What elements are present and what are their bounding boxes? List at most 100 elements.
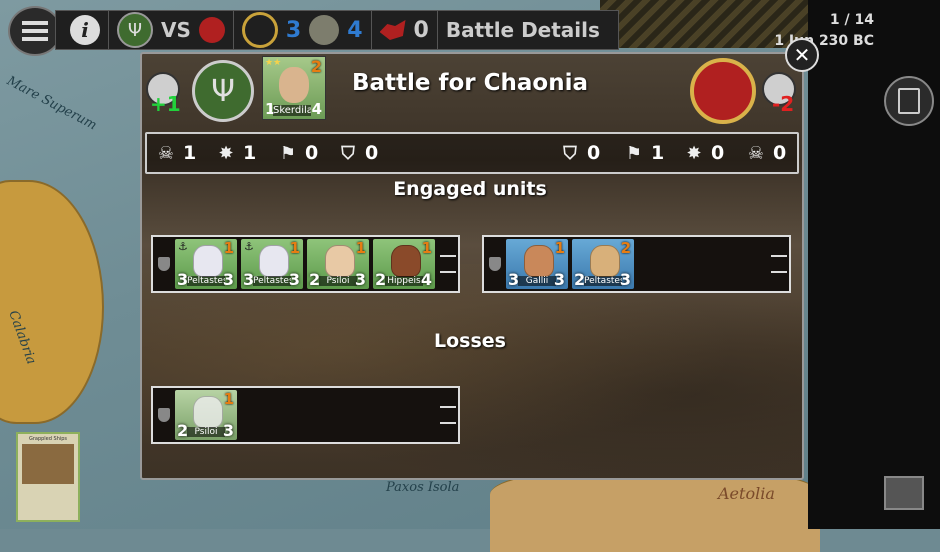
commander-level: 2 — [310, 57, 322, 76]
unit-portrait — [193, 245, 223, 277]
flag-icon: ⚑ — [279, 142, 297, 164]
defender-modifier: -2 — [772, 92, 795, 116]
unit-defense: 4 — [420, 270, 432, 289]
defender-flags: 1 — [651, 142, 665, 164]
defender-shields: 0 — [587, 142, 601, 164]
unit-name: Peltastes — [253, 276, 291, 286]
commander-card[interactable]: ★★ 2 1 Skerdilaid 4 — [262, 56, 326, 120]
engaged-units-heading: Engaged units — [393, 178, 547, 200]
battle-details-button[interactable]: Battle Details — [438, 11, 608, 49]
unit-name: Peltastes — [584, 276, 622, 286]
unit-card[interactable]: ⚓ 1 3 Peltastes 3 — [241, 239, 303, 289]
menu-button[interactable] — [8, 6, 62, 56]
unit-defense: 3 — [288, 270, 300, 289]
enemy-faction-icon — [198, 17, 225, 43]
terrain-hill-icon — [440, 255, 456, 273]
battle-stats-bar: ☠ 1 ✸ 1 ⚑ 0 ⛉ 0 ⛉ 0 ⚑ 1 ✸ 0 ☠ 0 — [145, 132, 799, 174]
commander-portrait — [279, 67, 309, 103]
unit-name: Peltastes — [187, 276, 225, 286]
score-segment: 3 4 — [234, 11, 372, 49]
war-elephant-icon — [379, 20, 406, 40]
enemy-score: 4 — [347, 17, 363, 43]
skull-overlay-icon — [193, 396, 223, 428]
row-shield-icon — [153, 388, 175, 442]
unit-card[interactable]: 1 2 Psiloi 3 — [307, 239, 369, 289]
unit-portrait — [391, 245, 421, 277]
battle-title: Battle for Chaonia — [351, 70, 589, 96]
battle-report-button[interactable] — [884, 76, 934, 126]
map-label: Aetolia — [718, 484, 775, 503]
flag-icon: ⚑ — [625, 142, 643, 164]
defender-units-row: 1 3 Gallii 3 2 2 Peltastes 3 — [482, 235, 791, 293]
reinforcement-count: 0 — [413, 17, 429, 43]
unit-name: Psiloi — [187, 427, 225, 437]
skull-icon: ☠ — [747, 142, 765, 164]
map-region-aetolia[interactable] — [490, 470, 820, 552]
unit-level: 1 — [355, 239, 366, 257]
versus-segment: Ψ VS — [109, 11, 234, 49]
row-shield-icon — [153, 237, 175, 291]
attacker-flags: 0 — [305, 142, 319, 164]
battle-background — [142, 264, 802, 478]
terrain-hill-icon — [440, 406, 456, 424]
shield-icon: ⛉ — [341, 142, 355, 164]
unit-level: 1 — [223, 390, 234, 408]
terrain-hill-icon — [771, 255, 787, 273]
defender-routed: 0 — [711, 142, 725, 164]
commander-defense: 4 — [311, 100, 322, 118]
close-icon: ✕ — [793, 43, 811, 67]
unit-portrait — [590, 245, 620, 277]
routed-icon: ✸ — [686, 142, 702, 164]
losses-heading: Losses — [434, 330, 506, 352]
trident-faction-icon: Ψ — [192, 60, 254, 122]
laurel-icon — [241, 12, 278, 48]
attacker-casualties: 1 — [183, 142, 197, 164]
unit-level: 1 — [554, 239, 565, 257]
routed-icon: ✸ — [218, 142, 234, 164]
row-shield-icon — [484, 237, 506, 291]
trident-faction-icon: Ψ — [117, 12, 153, 48]
anchor-icon: ⚓ — [244, 240, 254, 253]
skull-icon: ☠ — [157, 142, 175, 164]
unit-portrait — [259, 245, 289, 277]
close-button[interactable]: ✕ — [785, 38, 819, 72]
unit-level: 2 — [620, 239, 631, 257]
attacker-routed: 1 — [243, 142, 257, 164]
battle-details-label: Battle Details — [445, 18, 600, 42]
unit-portrait — [325, 245, 355, 277]
army-stack-icon[interactable] — [884, 476, 924, 510]
attacker-modifier: +1 — [150, 92, 181, 116]
unit-card[interactable]: 1 2 Hippeis 4 — [373, 239, 435, 289]
attacker-losses-row: 1 2 Psiloi 3 — [151, 386, 460, 444]
top-bar: i Ψ VS 3 4 0 Battle Details — [55, 10, 619, 50]
unit-defense: 3 — [553, 270, 565, 289]
unit-name: Psiloi — [319, 276, 357, 286]
info-segment: i — [56, 11, 109, 49]
event-card[interactable]: Grappled Ships — [16, 432, 80, 522]
unit-card[interactable]: 1 3 Gallii 3 — [506, 239, 568, 289]
unit-card[interactable]: 2 2 Peltastes 3 — [572, 239, 634, 289]
map-label: Paxos Isola — [386, 480, 460, 495]
turn-counter: 1 / 14 — [829, 12, 874, 28]
unit-portrait — [524, 245, 554, 277]
unit-name: Hippeis — [385, 276, 423, 286]
unit-card[interactable]: ⚓ 1 3 Peltastes 3 — [175, 239, 237, 289]
shield-icon: ⛉ — [563, 142, 577, 164]
info-icon[interactable]: i — [70, 15, 100, 45]
event-card-image — [22, 444, 74, 484]
attacker-units-row: ⚓ 1 3 Peltastes 3 ⚓ 1 3 Peltastes 3 1 2 … — [151, 235, 460, 293]
player-score: 3 — [285, 17, 302, 43]
coin-icon — [309, 15, 340, 45]
rank-stars-icon: ★★ — [265, 58, 282, 68]
anchor-icon: ⚓ — [178, 240, 188, 253]
vs-label: VS — [161, 18, 191, 42]
defender-casualties: 0 — [773, 142, 787, 164]
reinforcement-segment: 0 — [372, 11, 438, 49]
commander-name: Skerdilaid — [273, 105, 311, 116]
attacker-shields: 0 — [365, 142, 379, 164]
hamburger-icon — [22, 21, 48, 41]
unit-card[interactable]: 1 2 Psiloi 3 — [175, 390, 237, 440]
enemy-faction-emblem-icon — [690, 58, 756, 124]
event-card-title: Grappled Ships — [28, 436, 68, 442]
unit-defense: 3 — [619, 270, 631, 289]
